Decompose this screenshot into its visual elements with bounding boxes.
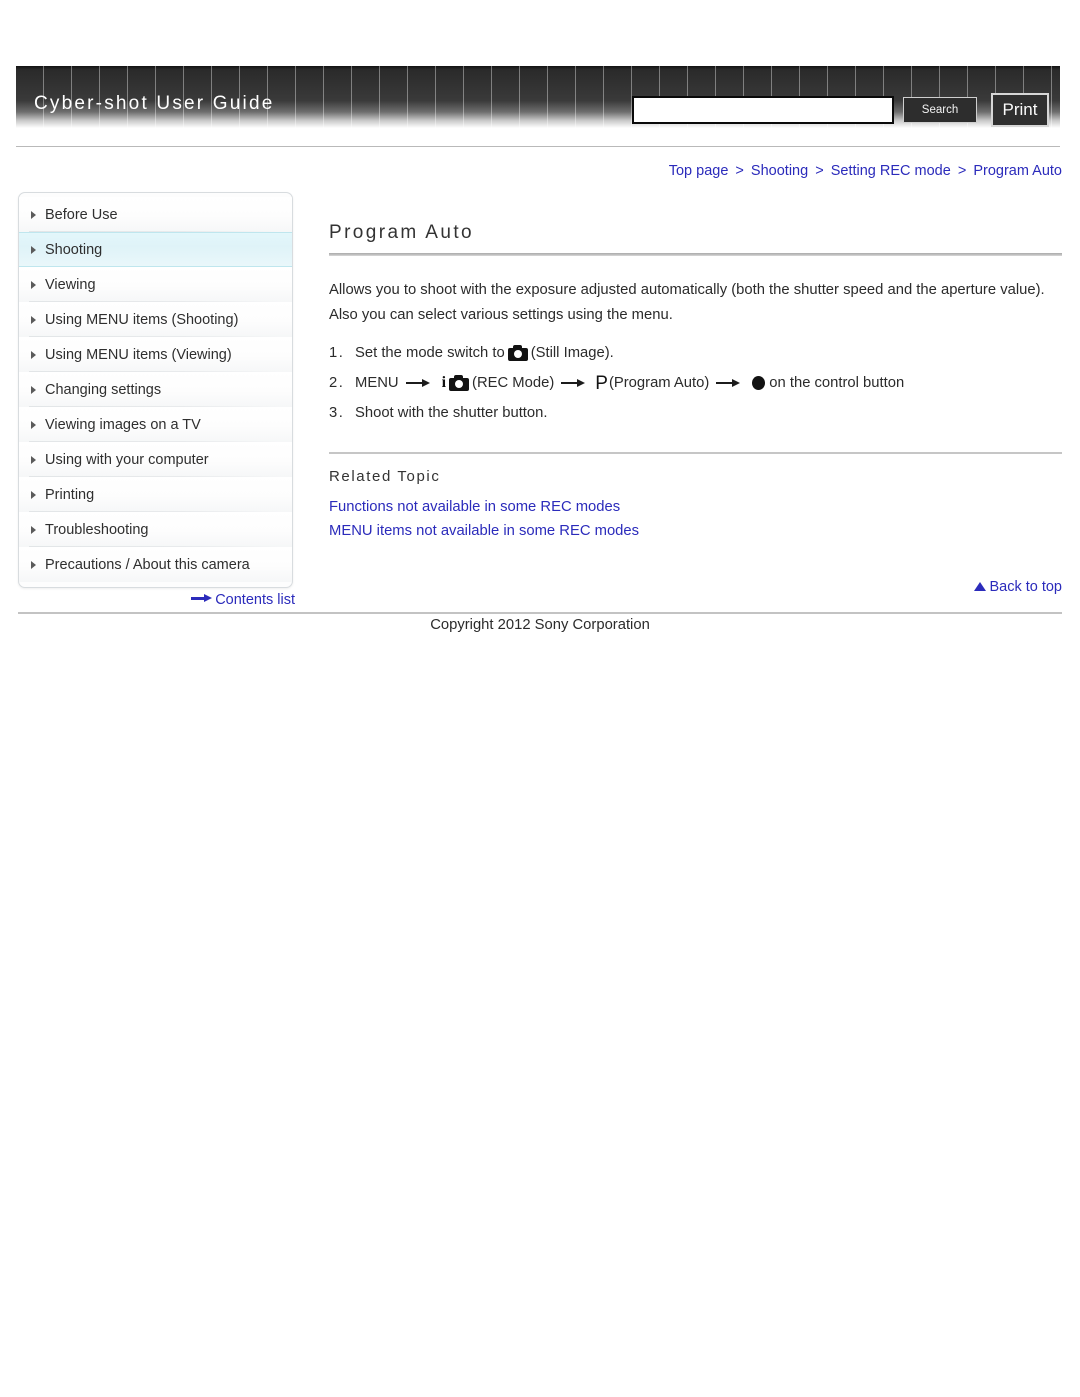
breadcrumb-item-top-page[interactable]: Top page <box>669 163 729 179</box>
sidebar-item-viewing[interactable]: Viewing <box>19 267 292 302</box>
breadcrumb: Top page > Shooting > Setting REC mode >… <box>0 163 1062 179</box>
triangle-right-icon <box>31 455 36 464</box>
steps-list: 1. Set the mode switch to (Still Image).… <box>329 338 1062 428</box>
sidebar-item-changing-settings[interactable]: Changing settings <box>19 372 292 407</box>
triangle-right-icon <box>31 560 36 569</box>
triangle-right-icon <box>31 525 36 534</box>
step-text: (Still Image). <box>530 345 614 361</box>
sidebar-item-printing[interactable]: Printing <box>19 477 292 512</box>
sidebar-item-label: Using MENU items (Viewing) <box>45 346 232 363</box>
sidebar-item-label: Using with your computer <box>45 451 209 468</box>
step-text-rec-mode: (REC Mode) <box>472 375 555 391</box>
sidebar-item-label: Before Use <box>45 206 118 223</box>
copyright-text: Copyright 2012 Sony Corporation <box>430 617 650 633</box>
step-text-menu: MENU <box>355 375 399 391</box>
step-1: 1. Set the mode switch to (Still Image). <box>329 338 1062 368</box>
contents-list-link[interactable]: Contents list <box>191 592 295 608</box>
triangle-right-icon <box>31 280 36 289</box>
triangle-right-icon <box>31 385 36 394</box>
camera-icon <box>507 345 528 361</box>
print-button[interactable]: Print <box>991 93 1049 127</box>
program-auto-p-icon: P <box>595 372 608 394</box>
camera-icon <box>449 375 470 391</box>
sidebar-item-before-use[interactable]: Before Use <box>19 197 292 232</box>
back-to-top-label: Back to top <box>989 579 1062 595</box>
related-link-functions-not-available[interactable]: Functions not available in some REC mode… <box>329 495 1062 519</box>
sidebar-item-label: Changing settings <box>45 381 162 398</box>
header-bottom-rule <box>16 146 1060 147</box>
contents-list-row: Contents list <box>0 592 295 608</box>
breadcrumb-item-setting-rec-mode[interactable]: Setting REC mode <box>831 163 951 179</box>
title-divider <box>329 253 1062 256</box>
sidebar-item-using-menu-items-viewing[interactable]: Using MENU items (Viewing) <box>19 337 292 372</box>
intro-paragraph: Allows you to shoot with the exposure ad… <box>329 282 1045 323</box>
step-text: Shoot with the shutter button. <box>355 405 548 421</box>
sidebar-item-label: Precautions / About this camera <box>45 556 250 573</box>
step-number: 2. <box>329 375 345 391</box>
intelligent-auto-i-icon: i <box>441 374 447 391</box>
arrow-right-icon <box>405 378 431 388</box>
related-topic-divider <box>329 452 1062 454</box>
sidebar-item-using-menu-items-shooting[interactable]: Using MENU items (Shooting) <box>19 302 292 337</box>
arrow-right-icon <box>191 594 213 603</box>
site-title: Cyber-shot User Guide <box>34 93 275 114</box>
step-text: Set the mode switch to <box>355 345 505 361</box>
contents-list-label: Contents list <box>215 592 295 608</box>
arrow-right-icon <box>716 378 741 388</box>
sidebar-item-label: Viewing images on a TV <box>45 416 201 433</box>
breadcrumb-item-shooting[interactable]: Shooting <box>751 163 808 179</box>
sidebar-item-label: Troubleshooting <box>45 521 149 538</box>
arrow-right-icon <box>561 378 586 388</box>
triangle-up-icon <box>974 582 987 591</box>
sidebar-item-viewing-images-on-a-tv[interactable]: Viewing images on a TV <box>19 407 292 442</box>
sidebar-nav: Before Use Shooting Viewing Using MENU i… <box>18 192 293 588</box>
back-to-top-link[interactable]: Back to top <box>974 579 1062 595</box>
back-to-top-row: Back to top <box>329 579 1062 595</box>
search-input[interactable] <box>632 96 894 124</box>
step-text-control-button: on the control button <box>769 375 905 391</box>
step-number: 3. <box>329 405 345 421</box>
breadcrumb-item-program-auto[interactable]: Program Auto <box>973 163 1062 179</box>
page-title: Program Auto <box>329 222 474 243</box>
triangle-right-icon <box>31 420 36 429</box>
sidebar-item-shooting[interactable]: Shooting <box>19 232 292 267</box>
step-text-program-auto: (Program Auto) <box>608 375 710 391</box>
search-button[interactable]: Search <box>903 97 977 123</box>
center-button-dot-icon <box>752 376 766 390</box>
triangle-right-icon <box>31 210 36 219</box>
triangle-right-icon <box>31 350 36 359</box>
row-divider <box>29 581 282 582</box>
row-divider <box>29 265 282 266</box>
sidebar-item-label: Printing <box>45 486 95 503</box>
triangle-right-icon <box>31 315 36 324</box>
breadcrumb-separator: > <box>815 163 824 179</box>
sidebar-item-precautions-about-this-camera[interactable]: Precautions / About this camera <box>19 547 292 582</box>
sidebar-item-label: Viewing <box>45 276 96 293</box>
step-number: 1. <box>329 345 345 361</box>
step-2: 2. MENU i (REC Mode) P (Program Auto) on… <box>329 368 1062 398</box>
step-3: 3. Shoot with the shutter button. <box>329 398 1062 428</box>
related-link-menu-items-not-available[interactable]: MENU items not available in some REC mod… <box>329 519 1062 543</box>
triangle-right-icon <box>31 490 36 499</box>
related-topic-heading: Related Topic <box>329 468 441 485</box>
sidebar-item-troubleshooting[interactable]: Troubleshooting <box>19 512 292 547</box>
main-content: Program Auto Allows you to shoot with th… <box>329 222 1062 595</box>
sidebar-item-using-with-your-computer[interactable]: Using with your computer <box>19 442 292 477</box>
sidebar-item-label: Shooting <box>45 241 103 258</box>
sidebar-item-label: Using MENU items (Shooting) <box>45 311 239 328</box>
breadcrumb-separator: > <box>957 163 967 179</box>
footer-divider <box>18 612 1062 614</box>
breadcrumb-separator: > <box>735 163 744 179</box>
triangle-right-icon <box>31 245 36 254</box>
